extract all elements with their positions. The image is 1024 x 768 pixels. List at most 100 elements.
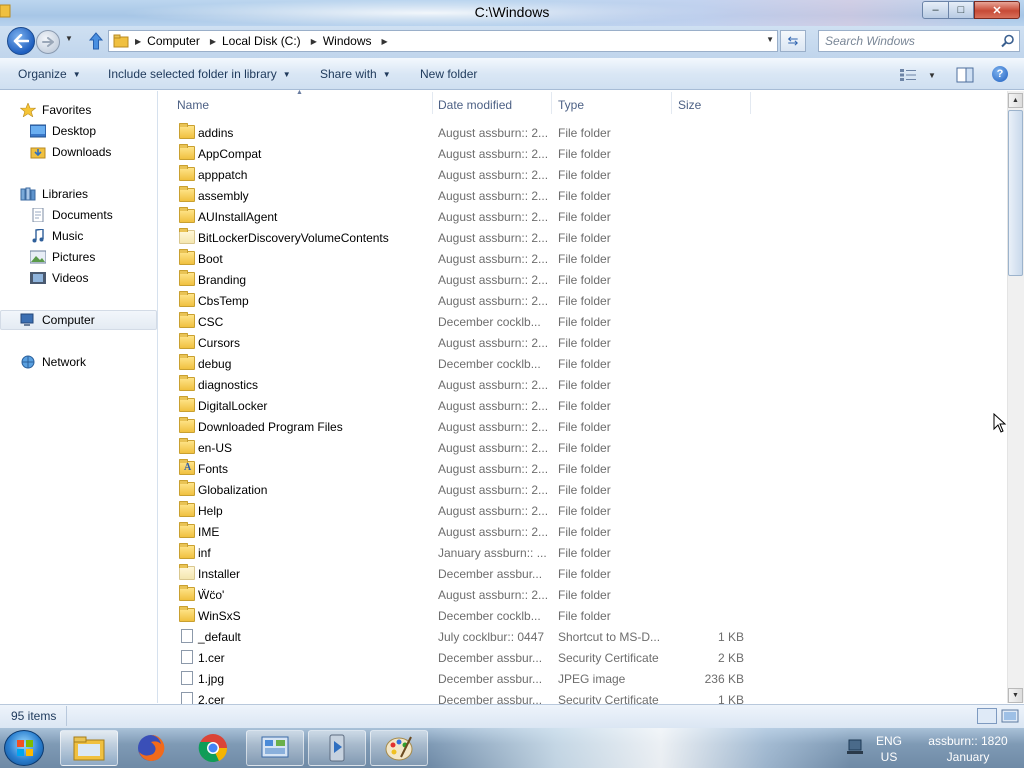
recent-pages-dropdown[interactable]: ▼ [63, 34, 75, 48]
nav-videos[interactable]: Videos [0, 268, 157, 288]
clock[interactable]: assburn:: 1820 January [920, 733, 1016, 765]
column-header-size[interactable]: Size [678, 96, 701, 114]
folder-icon [179, 480, 195, 496]
file-row[interactable]: AppCompat August assburn:: 2... File folde… [173, 143, 753, 164]
search-placeholder: Search Windows [825, 34, 915, 48]
file-date: December cocklb... [438, 314, 541, 329]
address-bar[interactable]: ▶ Computer ▶ Local Disk (C:) ▶ Windows ▶… [108, 30, 778, 52]
file-date: August assburn:: 2... [438, 503, 549, 518]
column-header-name[interactable]: Name [177, 96, 209, 114]
file-row[interactable]: Cursors August assburn:: 2... File folder [173, 332, 753, 353]
file-type: File folder [558, 524, 611, 539]
scroll-down-button[interactable]: ▼ [1008, 688, 1023, 703]
taskbar-control-panel[interactable] [246, 730, 304, 766]
file-row[interactable]: Help August assburn:: 2... File folder [173, 500, 753, 521]
file-row[interactable]: DigitalLocker August assburn:: 2... File f… [173, 395, 753, 416]
chevron-down-icon[interactable]: ▼ [766, 35, 774, 44]
taskbar-chrome[interactable] [184, 730, 242, 766]
file-row[interactable]: Ẅc̈o' August assburn:: 2... File folder [173, 584, 753, 605]
file-row[interactable]: Installer December assbur... File folder [173, 563, 753, 584]
file-row[interactable]: Branding August assburn:: 2... File folder [173, 269, 753, 290]
forward-button[interactable] [36, 30, 60, 54]
nav-favorites[interactable]: Favorites [0, 100, 157, 120]
new-folder-button[interactable]: New folder [420, 67, 477, 81]
refresh-button[interactable]: ⇆ [780, 30, 806, 52]
chevron-right-icon[interactable]: ▶ [382, 37, 388, 46]
language-indicator[interactable]: ENG US [876, 733, 902, 765]
large-icons-view-icon[interactable] [1001, 708, 1019, 724]
organize-button[interactable]: Organize ▼ [18, 67, 81, 81]
file-row[interactable]: Boot August assburn:: 2... File folder [173, 248, 753, 269]
file-type: File folder [558, 356, 611, 371]
column-divider[interactable] [551, 92, 552, 114]
file-date: August assburn:: 2... [438, 587, 549, 602]
breadcrumb-windows[interactable]: Windows [323, 34, 372, 48]
file-row[interactable]: 1.jpg December assbur... JPEG image 236 KB [173, 668, 753, 689]
up-button[interactable] [86, 31, 106, 51]
nav-libraries[interactable]: Libraries [0, 184, 157, 204]
scroll-up-button[interactable]: ▲ [1008, 93, 1023, 108]
taskbar-media-player[interactable] [308, 730, 366, 766]
taskbar-paint[interactable] [370, 730, 428, 766]
details-view-button[interactable] [977, 708, 997, 724]
file-row[interactable]: AUInstallAgent August assburn:: 2... File … [173, 206, 753, 227]
column-header-type[interactable]: Type [558, 96, 584, 114]
preview-pane-icon[interactable] [956, 66, 974, 84]
file-row[interactable]: apppatch August assburn:: 2... File folder [173, 164, 753, 185]
nav-desktop[interactable]: Desktop [0, 121, 157, 141]
start-button[interactable] [4, 730, 44, 766]
nav-pictures[interactable]: Pictures [0, 247, 157, 267]
folder-icon [113, 34, 129, 48]
share-with-button[interactable]: Share with ▼ [320, 67, 391, 81]
file-row[interactable]: IME August assburn:: 2... File folder [173, 521, 753, 542]
file-row[interactable]: BitLockerDiscoveryVolumeContents August a… [173, 227, 753, 248]
chevron-right-icon[interactable]: ▶ [311, 37, 317, 46]
file-row[interactable]: addins August assburn:: 2... File folder [173, 122, 753, 143]
maximize-button[interactable]: □ [948, 1, 974, 19]
minimize-button[interactable]: – [922, 1, 949, 19]
nav-downloads[interactable]: Downloads [0, 142, 157, 162]
taskbar-explorer[interactable] [60, 730, 118, 766]
chevron-right-icon[interactable]: ▶ [135, 37, 141, 46]
close-button[interactable]: ✕ [974, 1, 1020, 19]
column-divider[interactable] [432, 92, 433, 114]
file-row[interactable]: A Fonts August assburn:: 2... File folder [173, 458, 753, 479]
music-icon [32, 229, 44, 243]
file-name: IME [198, 524, 220, 539]
file-row[interactable]: CbsTemp August assburn:: 2... File folder [173, 290, 753, 311]
file-name: 1.jpg [198, 671, 225, 686]
file-row[interactable]: _default July cocklbur:: 0447 Shortcut to … [173, 626, 753, 647]
file-type: File folder [558, 125, 611, 140]
column-header-date[interactable]: Date modified [438, 96, 512, 114]
file-row[interactable]: 1.cer December assbur... Security Certific… [173, 647, 753, 668]
back-button[interactable] [7, 27, 35, 55]
file-row[interactable]: en-US August assburn:: 2... File folder [173, 437, 753, 458]
file-row[interactable]: Globalization August assburn:: 2... File f… [173, 479, 753, 500]
include-in-library-button[interactable]: Include selected folder in library ▼ [108, 67, 291, 81]
scrollbar-thumb[interactable] [1008, 110, 1023, 276]
breadcrumb-computer[interactable]: Computer [147, 34, 200, 48]
nav-documents[interactable]: Documents [0, 205, 157, 225]
help-icon[interactable]: ? [992, 66, 1008, 82]
taskbar-firefox[interactable] [122, 730, 180, 766]
file-name: Ẅc̈o' [198, 587, 225, 602]
search-icon[interactable] [1001, 34, 1015, 48]
breadcrumb-local-disk[interactable]: Local Disk (C:) [222, 34, 301, 48]
column-divider[interactable] [671, 92, 672, 114]
file-row[interactable]: assembly August assburn:: 2... File folder [173, 185, 753, 206]
search-input[interactable]: Search Windows [818, 30, 1020, 52]
chevron-right-icon[interactable]: ▶ [210, 37, 216, 46]
file-row[interactable]: WinSxS December cocklb... File folder [173, 605, 753, 626]
file-row[interactable]: Downloaded Program Files August assburn::… [173, 416, 753, 437]
network-tray-icon[interactable] [846, 738, 866, 756]
folder-icon [179, 606, 195, 622]
file-row[interactable]: inf January assburn:: ... File folder [173, 542, 753, 563]
nav-network[interactable]: Network [0, 352, 157, 372]
column-divider[interactable] [750, 92, 751, 114]
file-row[interactable]: CSC December cocklb... File folder [173, 311, 753, 332]
file-row[interactable]: diagnostics August assburn:: 2... File fol… [173, 374, 753, 395]
nav-computer[interactable]: Computer [0, 310, 157, 330]
nav-music[interactable]: Music [0, 226, 157, 246]
file-row[interactable]: debug December cocklb... File folder [173, 353, 753, 374]
change-view-button[interactable]: ▼ [900, 66, 940, 84]
